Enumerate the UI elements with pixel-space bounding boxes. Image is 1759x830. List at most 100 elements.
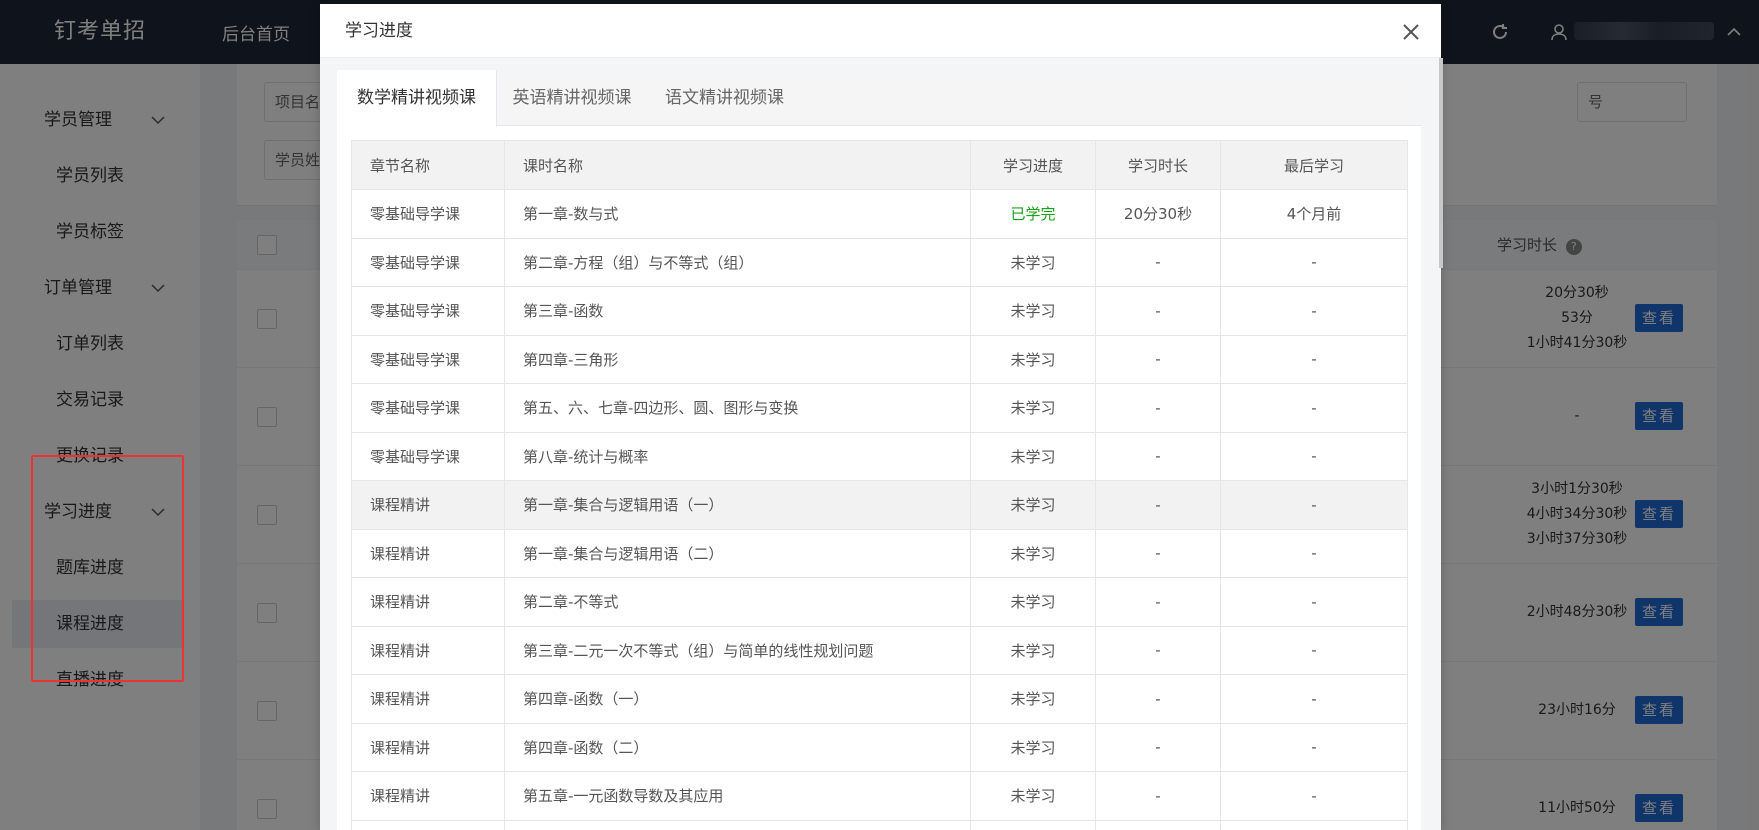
table-row[interactable]: 课程精讲 第二章-不等式 未学习 - - [351,577,1408,627]
progress-cell: 已学完 [970,189,1096,239]
chapter-cell: 课程精讲 [351,771,505,821]
column-header: 课时名称 [504,140,971,190]
progress-cell: 未学习 [970,771,1096,821]
last-study-cell: - [1220,237,1408,287]
last-study-cell: - [1220,286,1408,336]
lesson-progress-table: 章节名称 课时名称 学习进度 学习时长 最后学习 零基础导学课 第一章-数与式 已学… [351,140,1408,830]
lesson-cell: 第三章-二元一次不等式（组）与简单的线性规划问题 [504,625,971,675]
table-row[interactable]: 零基础导学课 第四章-三角形 未学习 - - [351,334,1408,384]
progress-cell: 未学习 [970,286,1096,336]
progress-cell: 未学习 [970,334,1096,384]
table-row[interactable]: 课程精讲 第四章-函数（二） 未学习 - - [351,722,1408,772]
modal-header: 学习进度 [320,4,1441,58]
progress-cell: 未学习 [970,431,1096,481]
duration-cell: - [1095,334,1221,384]
chapter-cell: 课程精讲 [351,722,505,772]
duration-cell: - [1095,528,1221,578]
chapter-cell: 零基础导学课 [351,237,505,287]
chapter-cell: 课程精讲 [351,528,505,578]
lesson-cell: 第四章-函数（一） [504,674,971,724]
table-row[interactable]: 课程精讲 第一章-集合与逻辑用语（一） 未学习 - - [351,480,1408,530]
table-header-row: 章节名称 课时名称 学习进度 学习时长 最后学习 [351,140,1408,190]
duration-cell: - [1095,722,1221,772]
duration-cell: 20分30秒 [1095,189,1221,239]
highlight-annotation-box [31,455,184,682]
progress-cell: 未学习 [970,625,1096,675]
close-icon[interactable] [1401,22,1421,42]
column-header: 最后学习 [1220,140,1408,190]
chapter-cell [351,819,505,830]
progress-cell [970,819,1096,830]
lesson-cell: 第三章-函数 [504,286,971,336]
chapter-cell: 课程精讲 [351,625,505,675]
last-study-cell: - [1220,771,1408,821]
lesson-cell: 第一章-数与式 [504,189,971,239]
tab-math[interactable]: 数学精讲视频课 [337,70,497,127]
last-study-cell: - [1220,674,1408,724]
last-study-cell: - [1220,334,1408,384]
modal-scrollbar[interactable] [1439,58,1443,268]
chapter-cell: 课程精讲 [351,674,505,724]
lesson-rows: 零基础导学课 第一章-数与式 已学完 20分30秒 4个月前 零基础导学课 第二章-方程（组… [351,189,1408,830]
duration-cell: - [1095,771,1221,821]
progress-cell: 未学习 [970,480,1096,530]
duration-cell: - [1095,286,1221,336]
duration-cell [1095,819,1221,830]
last-study-cell: - [1220,722,1408,772]
table-row[interactable]: 零基础导学课 第二章-方程（组）与不等式（组） 未学习 - - [351,237,1408,287]
chapter-cell: 零基础导学课 [351,334,505,384]
table-row[interactable]: 零基础导学课 第八章-统计与概率 未学习 - - [351,431,1408,481]
last-study-cell: - [1220,431,1408,481]
duration-cell: - [1095,625,1221,675]
progress-cell: 未学习 [970,577,1096,627]
tab-chinese[interactable]: 语文精讲视频课 [647,70,802,126]
progress-cell: 未学习 [970,237,1096,287]
progress-cell: 未学习 [970,528,1096,578]
tab-english[interactable]: 英语精讲视频课 [497,70,647,126]
lesson-cell: 第一章-集合与逻辑用语（二） [504,528,971,578]
lesson-cell: 第五章-一元函数导数及其应用 [504,771,971,821]
last-study-cell [1220,819,1408,830]
progress-cell: 未学习 [970,722,1096,772]
lesson-cell: 第五、六、七章-四边形、圆、图形与变换 [504,383,971,433]
chapter-cell: 零基础导学课 [351,383,505,433]
duration-cell: - [1095,383,1221,433]
progress-cell: 未学习 [970,383,1096,433]
lesson-cell: 第二章-方程（组）与不等式（组） [504,237,971,287]
table-row[interactable]: 课程精讲 第三章-二元一次不等式（组）与简单的线性规划问题 未学习 - - [351,625,1408,675]
table-row[interactable]: 零基础导学课 第三章-函数 未学习 - - [351,286,1408,336]
column-header: 学习时长 [1095,140,1221,190]
duration-cell: - [1095,237,1221,287]
column-header: 章节名称 [351,140,505,190]
lesson-cell: 第四章-三角形 [504,334,971,384]
duration-cell: - [1095,480,1221,530]
chapter-cell: 零基础导学课 [351,189,505,239]
progress-modal: 学习进度 数学精讲视频课 英语精讲视频课 语文精讲视频课 章节名称 课时名称 学… [320,4,1443,830]
last-study-cell: - [1220,577,1408,627]
chapter-cell: 零基础导学课 [351,431,505,481]
duration-cell: - [1095,431,1221,481]
table-row[interactable]: 课程精讲 第五章-一元函数导数及其应用 未学习 - - [351,771,1408,821]
table-row[interactable] [351,819,1408,830]
course-tabs: 数学精讲视频课 英语精讲视频课 语文精讲视频课 [337,70,1421,127]
table-row[interactable]: 课程精讲 第一章-集合与逻辑用语（二） 未学习 - - [351,528,1408,578]
chapter-cell: 课程精讲 [351,577,505,627]
modal-title: 学习进度 [345,21,413,41]
duration-cell: - [1095,577,1221,627]
table-row[interactable]: 零基础导学课 第一章-数与式 已学完 20分30秒 4个月前 [351,189,1408,239]
last-study-cell: - [1220,383,1408,433]
last-study-cell: 4个月前 [1220,189,1408,239]
table-row[interactable]: 课程精讲 第四章-函数（一） 未学习 - - [351,674,1408,724]
last-study-cell: - [1220,625,1408,675]
progress-cell: 未学习 [970,674,1096,724]
last-study-cell: - [1220,528,1408,578]
column-header: 学习进度 [970,140,1096,190]
lesson-cell [504,819,971,830]
lesson-cell: 第四章-函数（二） [504,722,971,772]
chapter-cell: 课程精讲 [351,480,505,530]
modal-body: 数学精讲视频课 英语精讲视频课 语文精讲视频课 章节名称 课时名称 学习进度 学… [337,70,1421,830]
lesson-cell: 第一章-集合与逻辑用语（一） [504,480,971,530]
lesson-cell: 第二章-不等式 [504,577,971,627]
table-row[interactable]: 零基础导学课 第五、六、七章-四边形、圆、图形与变换 未学习 - - [351,383,1408,433]
last-study-cell: - [1220,480,1408,530]
